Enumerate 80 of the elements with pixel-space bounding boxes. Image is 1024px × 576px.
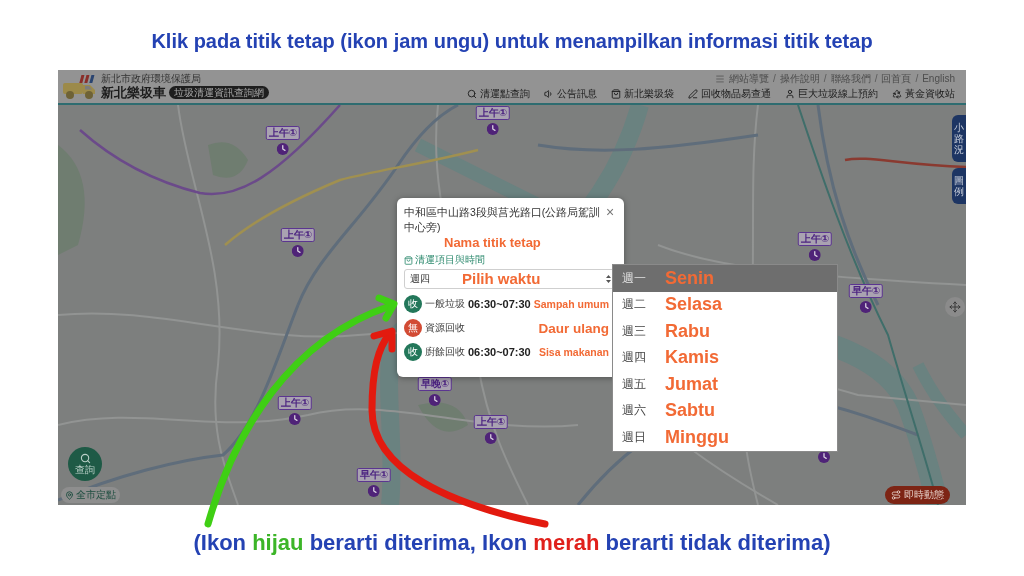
clock-marker-icon[interactable] xyxy=(818,451,830,463)
nav-link[interactable]: 清運點查詢 xyxy=(467,86,530,101)
top-link[interactable]: 聯絡我們 xyxy=(830,72,871,85)
translation-label: Minggu xyxy=(665,426,729,448)
marker-label: 早午① xyxy=(356,468,392,482)
top-link[interactable]: English xyxy=(922,72,955,85)
day-option[interactable]: 週一 Senin xyxy=(613,265,837,292)
list-icon xyxy=(715,73,726,84)
map-side-button[interactable]: 圖例 xyxy=(952,168,966,204)
status-badge: 收 xyxy=(404,295,422,313)
annotation-label: Sampah umum xyxy=(533,298,609,310)
item-name: 資源回收 xyxy=(425,321,465,335)
map-side-button[interactable]: 小路況 xyxy=(952,115,966,162)
clock-marker-icon[interactable] xyxy=(289,413,301,425)
person-icon xyxy=(785,88,795,99)
link-separator: / xyxy=(874,72,878,85)
clock-marker-icon[interactable] xyxy=(429,394,441,406)
item-name: 一般垃圾 xyxy=(425,297,465,311)
all-points-link[interactable]: 全市定點 xyxy=(61,487,120,503)
clock-marker-icon[interactable] xyxy=(277,143,289,155)
nav-link[interactable]: 回收物品易查通 xyxy=(688,86,771,101)
pen-icon xyxy=(688,88,698,99)
nav-link[interactable]: 黃金資收站 xyxy=(892,86,955,101)
marker-label: 上午① xyxy=(475,106,511,120)
location-title: 中和區中山路3段與莒光路口(公路局駕訓中心旁) xyxy=(404,205,602,235)
clock-marker-icon[interactable] xyxy=(485,432,497,444)
clock-marker-icon[interactable] xyxy=(809,249,821,261)
route-icon xyxy=(891,490,901,500)
time-text: 06:30~07:30 xyxy=(468,298,531,310)
link-separator: / xyxy=(823,72,827,85)
link-separator: / xyxy=(915,72,919,85)
clock-marker-icon[interactable] xyxy=(292,245,304,257)
marker-label: 上午① xyxy=(473,415,509,429)
clock-marker-icon[interactable] xyxy=(860,301,872,313)
marker-label: 上午① xyxy=(265,126,301,140)
close-button[interactable]: × xyxy=(605,205,615,219)
item-name: 廚餘回收 xyxy=(425,345,465,359)
site-badge: 垃圾清運資訊查詢網 xyxy=(169,86,269,99)
bag-icon xyxy=(404,255,413,265)
search-icon xyxy=(467,88,477,99)
time-text: 06:30~07:30 xyxy=(468,346,531,358)
top-link[interactable]: 操作說明 xyxy=(779,72,820,85)
translation-label: Sabtu xyxy=(665,400,715,422)
annotation-label: Nama titik tetap xyxy=(444,235,541,251)
search-icon xyxy=(79,453,91,464)
slide-title: Klik pada titik tetap (ikon jam ungu) untuk menampilkan informasi titik tetap xyxy=(151,29,873,53)
link-separator: / xyxy=(773,72,776,85)
top-link[interactable]: 網站導覽 xyxy=(729,72,770,85)
annotation-label: Pilih waktu xyxy=(462,270,541,288)
marker-label: 早午① xyxy=(848,284,884,298)
move-arrows-icon xyxy=(949,301,961,313)
clock-marker-icon[interactable] xyxy=(368,485,380,497)
map-pin-icon xyxy=(65,490,74,500)
status-badge: 無 xyxy=(404,319,422,337)
top-link[interactable]: 回首頁 xyxy=(881,72,912,85)
truck-logo-icon xyxy=(62,72,98,101)
translation-label: Jumat xyxy=(665,373,718,395)
annotation-label: Daur ulang xyxy=(538,320,609,336)
live-status-button[interactable]: 即時動態 xyxy=(885,486,950,504)
bag-icon xyxy=(611,88,621,99)
translation-label: Selasa xyxy=(665,294,723,316)
agency-name: 新北市政府環境保護局 xyxy=(101,72,202,85)
marker-label: 上午① xyxy=(280,228,316,242)
marker-label: 上午① xyxy=(797,232,833,246)
section-heading: 清運項目與時間 xyxy=(415,254,485,266)
translation-label: Kamis xyxy=(665,347,720,369)
translation-label: Senin xyxy=(665,267,714,289)
marker-label: 早晚① xyxy=(417,377,453,391)
marker-label: 上午① xyxy=(277,396,313,410)
recycle-icon xyxy=(892,88,902,99)
site-name: 新北樂圾車 xyxy=(101,84,166,101)
clock-marker-icon[interactable] xyxy=(487,123,499,135)
annotation-label: Sisa makanan xyxy=(538,346,609,358)
nav-link[interactable]: 巨大垃圾線上預約 xyxy=(785,86,878,101)
caption-text: (Ikon hijau berarti diterima, Ikon merah berarti tidak diterima) xyxy=(193,529,831,557)
status-badge: 收 xyxy=(404,343,422,361)
translation-label: Rabu xyxy=(665,320,710,342)
nav-link[interactable]: 公告訊息 xyxy=(544,86,597,101)
speaker-icon xyxy=(544,88,554,99)
nav-link[interactable]: 新北樂圾袋 xyxy=(611,86,674,101)
